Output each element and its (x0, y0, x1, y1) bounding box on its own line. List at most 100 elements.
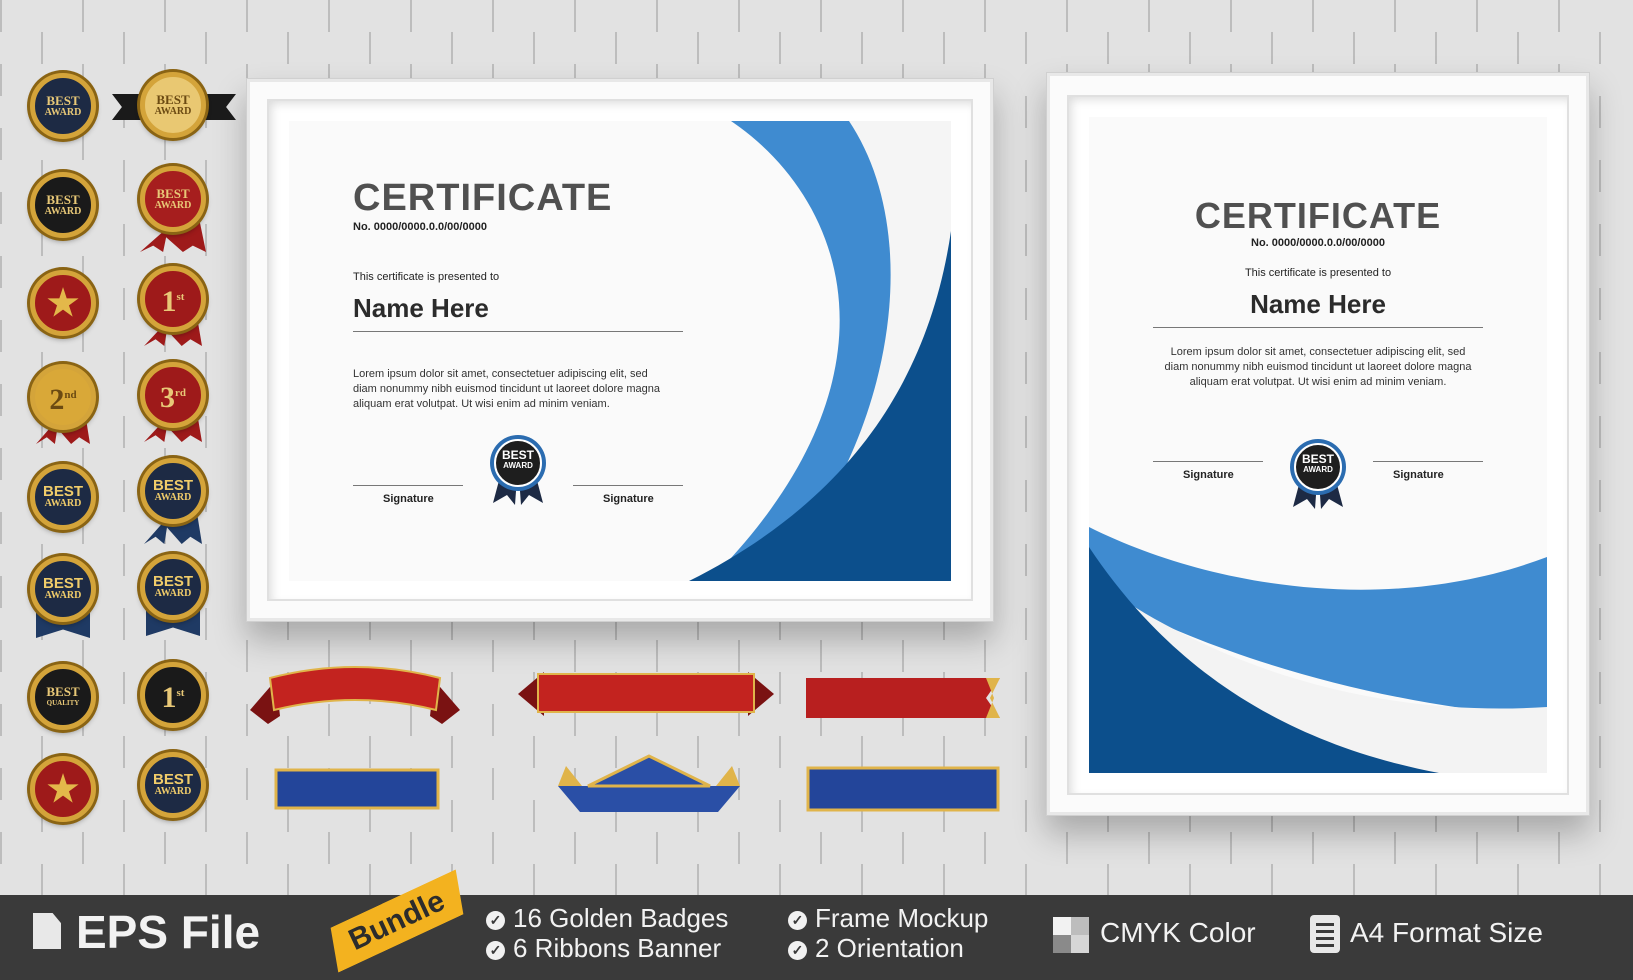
badge-best-award-navy-4: BEST AWARD (30, 556, 96, 622)
badge-best-award-navy-3: BEST AWARD (140, 458, 206, 524)
ribbon-red-straight (518, 672, 774, 716)
color-swatch-icon (1053, 917, 1089, 953)
landscape-signature-line-right (573, 485, 683, 486)
badge-number: 3 (160, 380, 175, 414)
feature-text: 6 Ribbons Banner (513, 933, 722, 963)
brick-row (0, 864, 1633, 895)
landscape-frame-inner: CERTIFICATE No. 0000/0000.0.0/00/0000 Th… (267, 99, 973, 601)
portrait-title: CERTIFICATE (1194, 195, 1442, 236)
badge-suffix: st (176, 686, 185, 699)
portrait-name: Name Here (1250, 289, 1386, 319)
seal-best: BEST (1301, 452, 1334, 466)
badge-text-best: BEST (152, 771, 193, 788)
badge-text-best: BEST (42, 483, 83, 500)
landscape-title: CERTIFICATE (353, 177, 613, 219)
badge-number: 1 (161, 284, 177, 318)
star-icon: ★ (46, 283, 80, 323)
ribbon-red-flag (806, 678, 1000, 718)
badge-text-best: BEST (46, 192, 80, 207)
badge-star-laurel-red: ★ (30, 756, 96, 822)
badge-suffix: rd (175, 386, 186, 399)
check-icon: ✓ (486, 940, 505, 960)
badge-best-award-black: BEST AWARD (30, 172, 96, 238)
portrait-certificate: CERTIFICATE No. 0000/0000.0.0/00/0000 Th… (1089, 117, 1547, 773)
badge-text-best: BEST (152, 573, 193, 590)
portrait-presented: This certificate is presented to (1244, 267, 1392, 279)
feature-orientation: ✓ 2 Orientation (788, 933, 964, 964)
badge-text-award: AWARD (44, 206, 82, 217)
portrait-signature-right: Signature (1393, 469, 1444, 481)
badge-best-award-navy-5: BEST AWARD (140, 554, 206, 620)
landscape-frame: CERTIFICATE No. 0000/0000.0.0/00/0000 Th… (246, 78, 994, 622)
badge-text-award: AWARD (154, 588, 192, 599)
feature-text: 2 Orientation (815, 933, 964, 963)
badge-text-award: AWARD (154, 492, 192, 503)
a4-format-label: A4 Format Size (1350, 917, 1543, 948)
lorem-line: diam nonummy nibh euismod tincidunt ut l… (353, 383, 660, 395)
badge-text-award: AWARD (44, 590, 82, 601)
portrait-number: No. 0000/0000.0.0/00/0000 (1251, 237, 1385, 249)
seal-award: AWARD (503, 461, 533, 470)
badge-text-award: AWARD (154, 786, 192, 797)
ribbon-blue-wide (806, 766, 1000, 812)
lorem-line: Lorem ipsum dolor sit amet, consectetuer… (1170, 346, 1466, 358)
landscape-name: Name Here (353, 293, 489, 323)
badge-text-best: BEST (156, 92, 190, 107)
badge-text-best: BEST (156, 186, 190, 201)
brick-row (0, 0, 1633, 32)
check-icon: ✓ (788, 940, 807, 960)
badge-best-quality: BEST QUALITY (30, 664, 96, 730)
feature-golden-badges: ✓ 16 Golden Badges (486, 903, 728, 934)
landscape-signature-right: Signature (603, 493, 654, 505)
badge-text-award: AWARD (154, 106, 192, 117)
landscape-name-line (353, 331, 683, 332)
portrait-frame: CERTIFICATE No. 0000/0000.0.0/00/0000 Th… (1046, 72, 1590, 816)
portrait-name-line (1153, 327, 1483, 328)
lorem-line: aliquam erat volutpat. Ut wisi enim ad m… (353, 398, 610, 410)
landscape-seal-text: BEST AWARD (487, 449, 549, 471)
seal-award: AWARD (1303, 465, 1333, 474)
badge-text-best: BEST (152, 477, 193, 494)
ribbon-blue-bar (274, 768, 440, 810)
badge-text-best: BEST (46, 93, 80, 108)
badge-best-award-laurel: BEST AWARD (140, 752, 206, 818)
badge-text-award: AWARD (44, 498, 82, 509)
portrait-signature-line-left (1153, 461, 1263, 462)
brick-row (0, 832, 1633, 864)
feature-text: 16 Golden Badges (513, 903, 729, 933)
badge-number: 2 (49, 382, 65, 416)
lorem-line: diam nonummy nibh euismod tincidunt ut l… (1164, 361, 1472, 373)
badge-text-best: BEST (46, 684, 80, 699)
cmyk-color-label: CMYK Color (1100, 917, 1256, 948)
landscape-certificate: CERTIFICATE No. 0000/0000.0.0/00/0000 Th… (289, 121, 951, 581)
badge-third-red: 3rd (140, 362, 206, 428)
landscape-presented: This certificate is presented to (353, 271, 500, 283)
portrait-signature-line-right (1373, 461, 1483, 462)
badge-best-award-gold: BEST AWARD (140, 72, 206, 138)
check-icon: ✓ (788, 910, 807, 930)
ribbon-red-curved (250, 666, 460, 724)
badge-number-first: 1st (162, 282, 185, 317)
feature-frame-mockup: ✓ Frame Mockup (788, 903, 988, 934)
bottom-info-bar: EPS File Bundle ✓ 16 Golden Badges ✓ 6 Rib… (0, 895, 1633, 980)
portrait-lorem: Lorem ipsum dolor sit amet, consectetuer… (1089, 345, 1547, 390)
portrait-seal-text: BEST AWARD (1287, 453, 1349, 475)
badge-suffix: st (176, 290, 185, 303)
eps-file-label: EPS File (76, 906, 261, 958)
landscape-signature-line-left (353, 485, 463, 486)
badge-text-award: AWARD (154, 200, 192, 211)
file-icon (33, 913, 61, 949)
lorem-line: aliquam erat volutpat. Ut wisi enim ad m… (1189, 376, 1447, 388)
portrait-signature-left: Signature (1183, 469, 1234, 481)
badge-second-gold: 2nd (30, 364, 96, 430)
badge-text-quality: QUALITY (46, 699, 80, 707)
badge-best-award-navy-2: BEST AWARD (30, 464, 96, 530)
seal-best: BEST (501, 448, 534, 462)
badge-first-black: 1st (140, 662, 206, 728)
badge-number-first: 1st (162, 678, 185, 713)
ribbon-blue-folded (558, 754, 740, 812)
landscape-lorem: Lorem ipsum dolor sit amet, consectetuer… (353, 367, 660, 412)
badge-best-award-navy: BEST AWARD (30, 73, 96, 139)
badge-star-red: ★ (30, 270, 96, 336)
feature-ribbons-banner: ✓ 6 Ribbons Banner (486, 933, 721, 964)
